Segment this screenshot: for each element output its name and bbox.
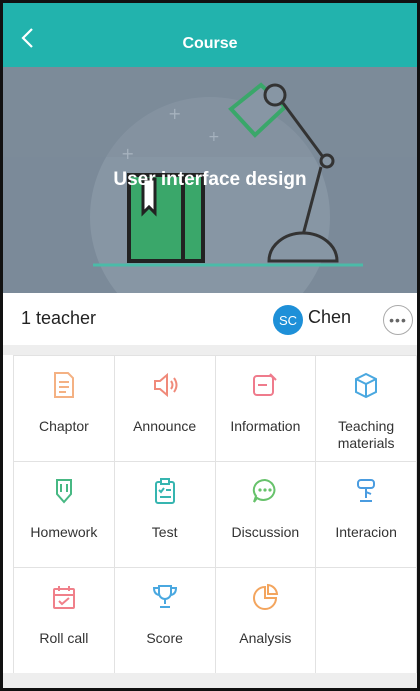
notes-icon bbox=[253, 373, 278, 396]
clipboard-icon bbox=[154, 478, 175, 504]
grid-item-label: Homework bbox=[30, 524, 98, 540]
grid-item-label: Announce bbox=[133, 418, 197, 434]
svg-text:+: + bbox=[121, 144, 134, 163]
grid-empty-cell bbox=[316, 568, 417, 674]
section-divider bbox=[3, 345, 417, 355]
pen-icon bbox=[55, 479, 72, 504]
calendar-icon bbox=[52, 586, 75, 609]
pie-chart-icon bbox=[253, 583, 279, 610]
grid-item-score[interactable]: Score bbox=[114, 568, 216, 674]
grid-item-label: Analysis bbox=[239, 630, 292, 646]
chat-icon bbox=[253, 478, 276, 503]
grid-item-chaptor[interactable]: Chaptor bbox=[14, 356, 115, 462]
page-title: Course bbox=[182, 35, 238, 52]
grid-item-label: Teaching materials bbox=[337, 418, 395, 451]
grid-item-interacion[interactable]: Interacion bbox=[316, 462, 417, 568]
grid-item-homework[interactable]: Homework bbox=[14, 462, 115, 568]
footer-strip bbox=[3, 673, 417, 688]
app-header: Course bbox=[3, 3, 417, 67]
course-function-grid: Chaptor Announce Information Teaching ma… bbox=[13, 355, 417, 674]
grid-item-label: Score bbox=[146, 630, 183, 646]
trophy-icon bbox=[152, 585, 177, 608]
teacher-avatar[interactable]: SC bbox=[273, 305, 303, 335]
box-icon bbox=[355, 372, 378, 399]
grid-item-test[interactable]: Test bbox=[114, 462, 216, 568]
document-icon bbox=[53, 372, 74, 398]
grid-item-label: Test bbox=[151, 524, 178, 540]
phone-frame: Course + + + User interface design 1 tea… bbox=[0, 0, 420, 691]
grid-item-label: Chaptor bbox=[38, 418, 89, 434]
grid-item-roll-call[interactable]: Roll call bbox=[14, 568, 115, 674]
grid-item-discussion[interactable]: Discussion bbox=[215, 462, 317, 568]
grid-item-teaching-materials[interactable]: Teaching materials bbox=[316, 356, 417, 462]
grid-item-label: Interacion bbox=[335, 524, 397, 540]
teacher-bar: 1 teacher SC Chen ••• bbox=[3, 293, 417, 345]
grid-item-label: Discussion bbox=[231, 524, 300, 540]
grid-item-announce[interactable]: Announce bbox=[114, 356, 216, 462]
grid-item-label: Information bbox=[230, 418, 301, 434]
course-title: User interface design bbox=[113, 169, 307, 190]
grid-item-analysis[interactable]: Analysis bbox=[215, 568, 317, 674]
svg-text:+: + bbox=[208, 129, 220, 145]
grid-item-label: Roll call bbox=[39, 630, 89, 646]
teacher-name[interactable]: Chen bbox=[308, 307, 351, 328]
svg-text:+: + bbox=[168, 104, 181, 123]
more-dots-icon: ••• bbox=[389, 312, 407, 328]
teacher-count: 1 teacher bbox=[21, 308, 97, 328]
speaker-icon bbox=[153, 372, 178, 398]
grid-item-information[interactable]: Information bbox=[215, 356, 317, 462]
course-banner: + + + User interface design bbox=[3, 67, 417, 293]
lamp-icon bbox=[357, 479, 376, 502]
more-button[interactable]: ••• bbox=[383, 305, 413, 335]
